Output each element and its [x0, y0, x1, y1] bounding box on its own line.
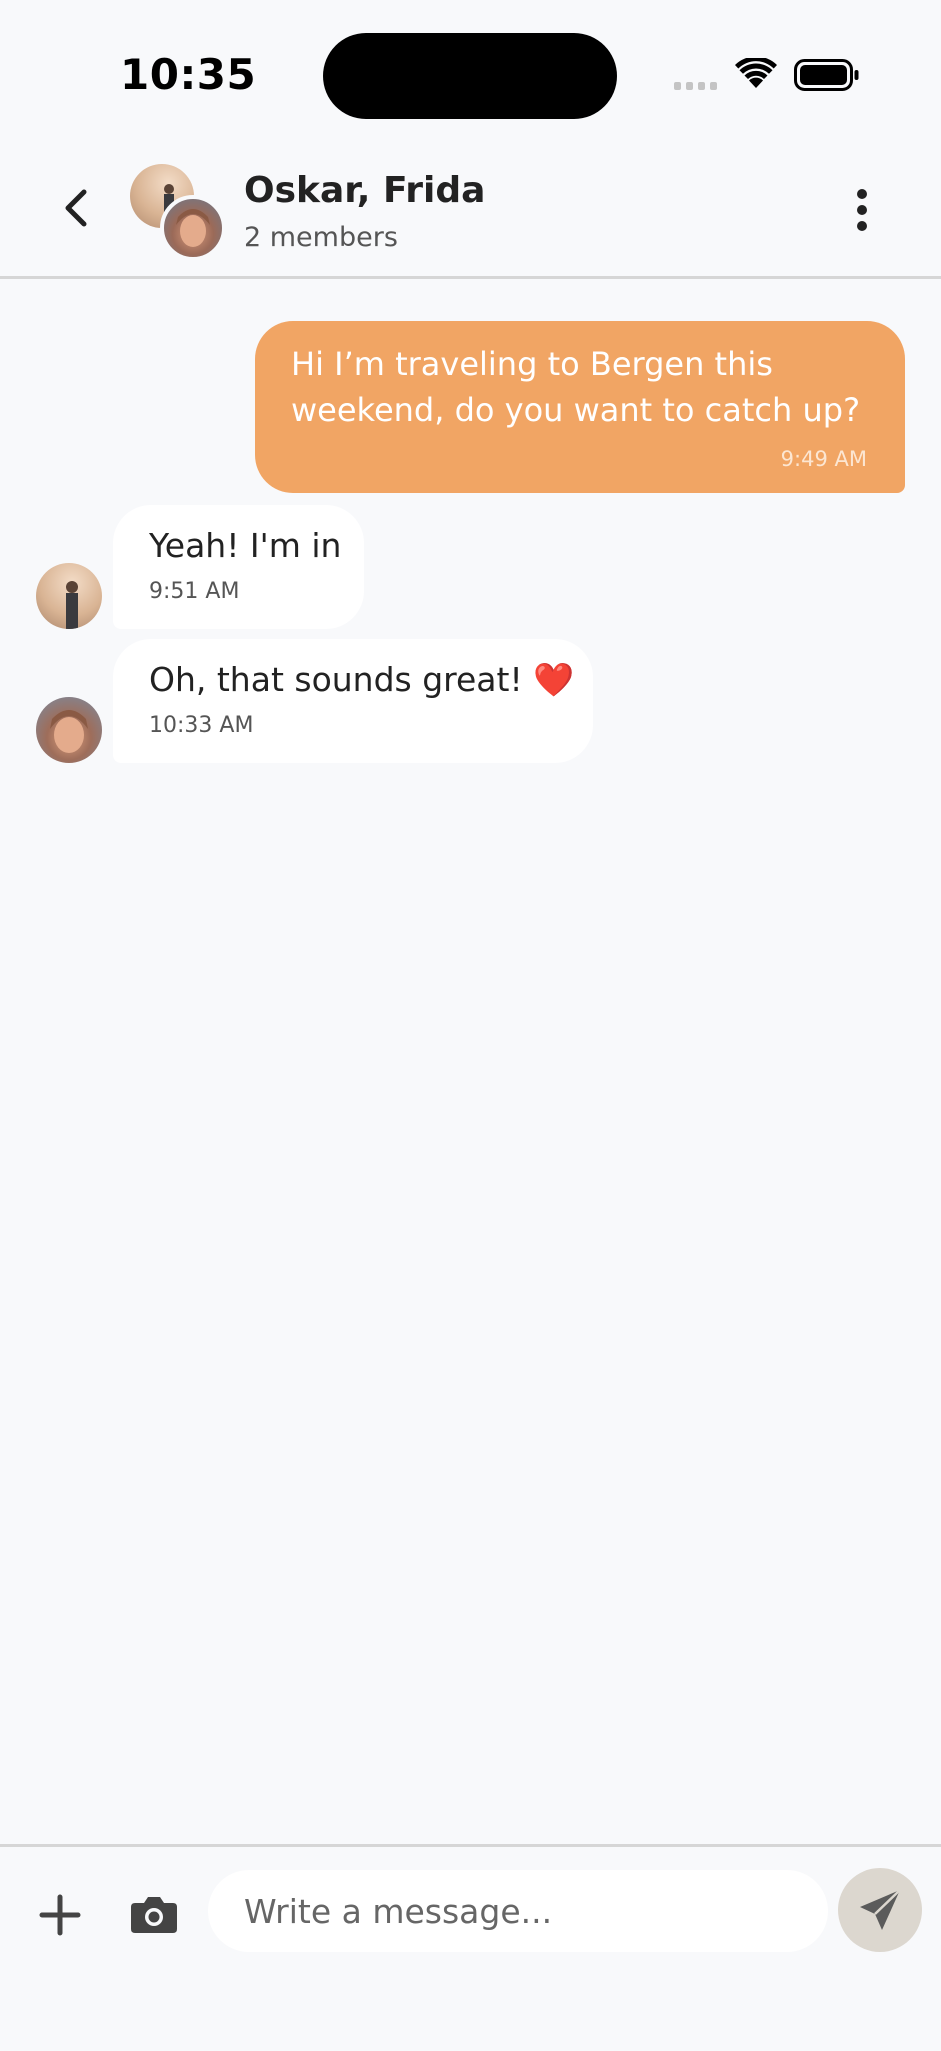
- dynamic-island: [323, 33, 617, 119]
- avatar-frida: [160, 195, 226, 261]
- send-button[interactable]: [838, 1868, 922, 1952]
- plus-icon: [39, 1894, 81, 1936]
- member-count: 2 members: [244, 222, 398, 253]
- more-options-button[interactable]: [848, 188, 876, 232]
- status-time: 10:35: [120, 50, 257, 99]
- message-composer: [0, 1844, 941, 2051]
- message-bubble-incoming[interactable]: Oh, that sounds great! ❤️ 10:33 AM: [113, 639, 593, 763]
- status-bar: 10:35: [0, 0, 941, 140]
- message-bubble-outgoing[interactable]: Hi I’m traveling to Bergen this weekend,…: [255, 321, 905, 493]
- message-bubble-incoming[interactable]: Yeah! I'm in 9:51 AM: [113, 505, 364, 629]
- message-text: Hi I’m traveling to Bergen this weekend,…: [291, 345, 861, 429]
- chat-title: Oskar, Frida: [244, 170, 486, 211]
- back-button[interactable]: [54, 184, 102, 232]
- sender-avatar-frida[interactable]: [36, 697, 102, 763]
- message-time: 9:49 AM: [780, 447, 867, 471]
- cellular-signal-icon: [674, 82, 717, 90]
- wifi-icon: [735, 58, 777, 88]
- sender-avatar-oskar[interactable]: [36, 563, 102, 629]
- message-time: 9:51 AM: [149, 579, 240, 604]
- chat-header: Oskar, Frida 2 members: [0, 140, 941, 279]
- more-vertical-icon: [857, 189, 867, 231]
- camera-button[interactable]: [131, 1893, 177, 1935]
- battery-icon: [794, 59, 859, 91]
- message-text: Oh, that sounds great! ❤️: [149, 660, 575, 699]
- chevron-left-icon: [65, 189, 87, 227]
- group-avatar[interactable]: [130, 164, 226, 261]
- message-text: Yeah! I'm in: [149, 526, 342, 565]
- message-input[interactable]: [208, 1870, 828, 1952]
- attach-button[interactable]: [38, 1893, 82, 1937]
- camera-icon: [131, 1897, 177, 1933]
- message-time: 10:33 AM: [149, 713, 254, 738]
- send-icon: [860, 1889, 901, 1930]
